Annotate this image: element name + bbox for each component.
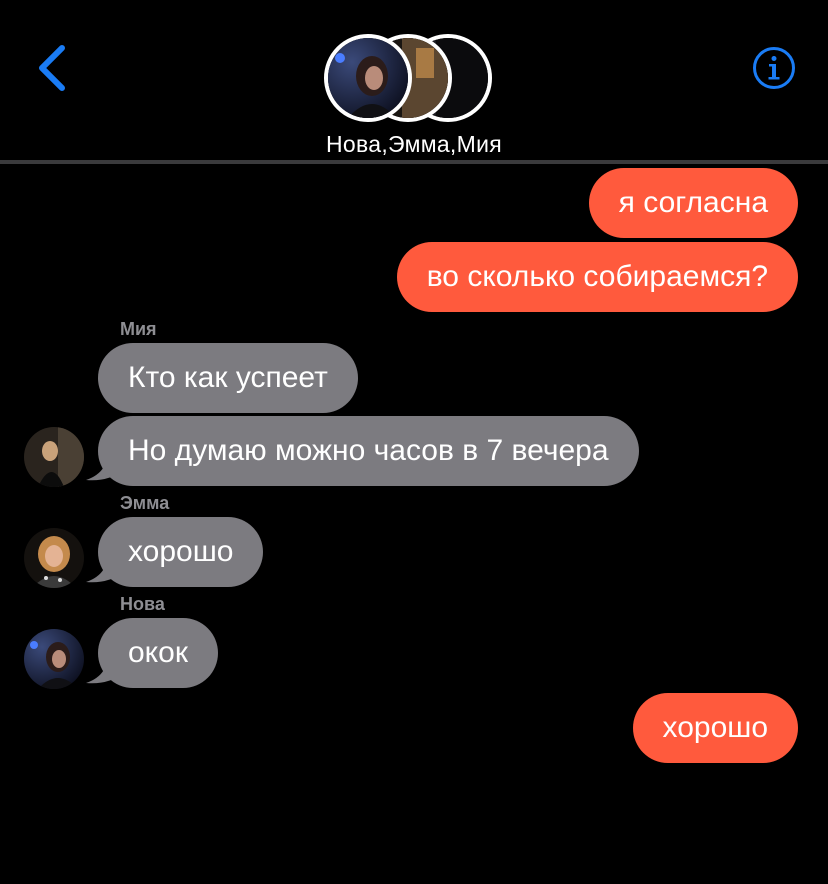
sender-name: Нова [120,594,165,614]
info-button[interactable] [752,46,796,90]
message-bubble-incoming[interactable]: Кто как успеет [98,343,358,413]
back-button[interactable] [30,40,80,96]
info-icon [753,47,795,89]
message-bubble-outgoing[interactable]: во сколько собираемся? [396,242,798,312]
chat-header: Нова,Эмма,Мия [0,0,828,165]
sender-name: Эмма [120,493,170,513]
message-bubble-outgoing[interactable]: хорошо [632,693,798,763]
chat-title[interactable]: Нова,Эмма,Мия [0,131,828,158]
avatar-nova[interactable] [24,629,84,689]
message-bubble-incoming[interactable]: окок [98,618,218,688]
avatar-emma[interactable] [24,528,84,588]
avatar-mia[interactable] [24,427,84,487]
group-avatar-stack[interactable] [324,34,494,124]
chevron-left-icon [39,45,65,91]
sender-name: Мия [120,319,157,339]
message-bubble-incoming[interactable]: Но думаю можно часов в 7 вечера [98,416,639,486]
message-bubble-outgoing[interactable]: я согласна [588,168,798,238]
message-bubble-incoming[interactable]: хорошо [98,517,264,587]
header-divider [0,160,828,164]
group-avatar-1 [324,34,412,122]
